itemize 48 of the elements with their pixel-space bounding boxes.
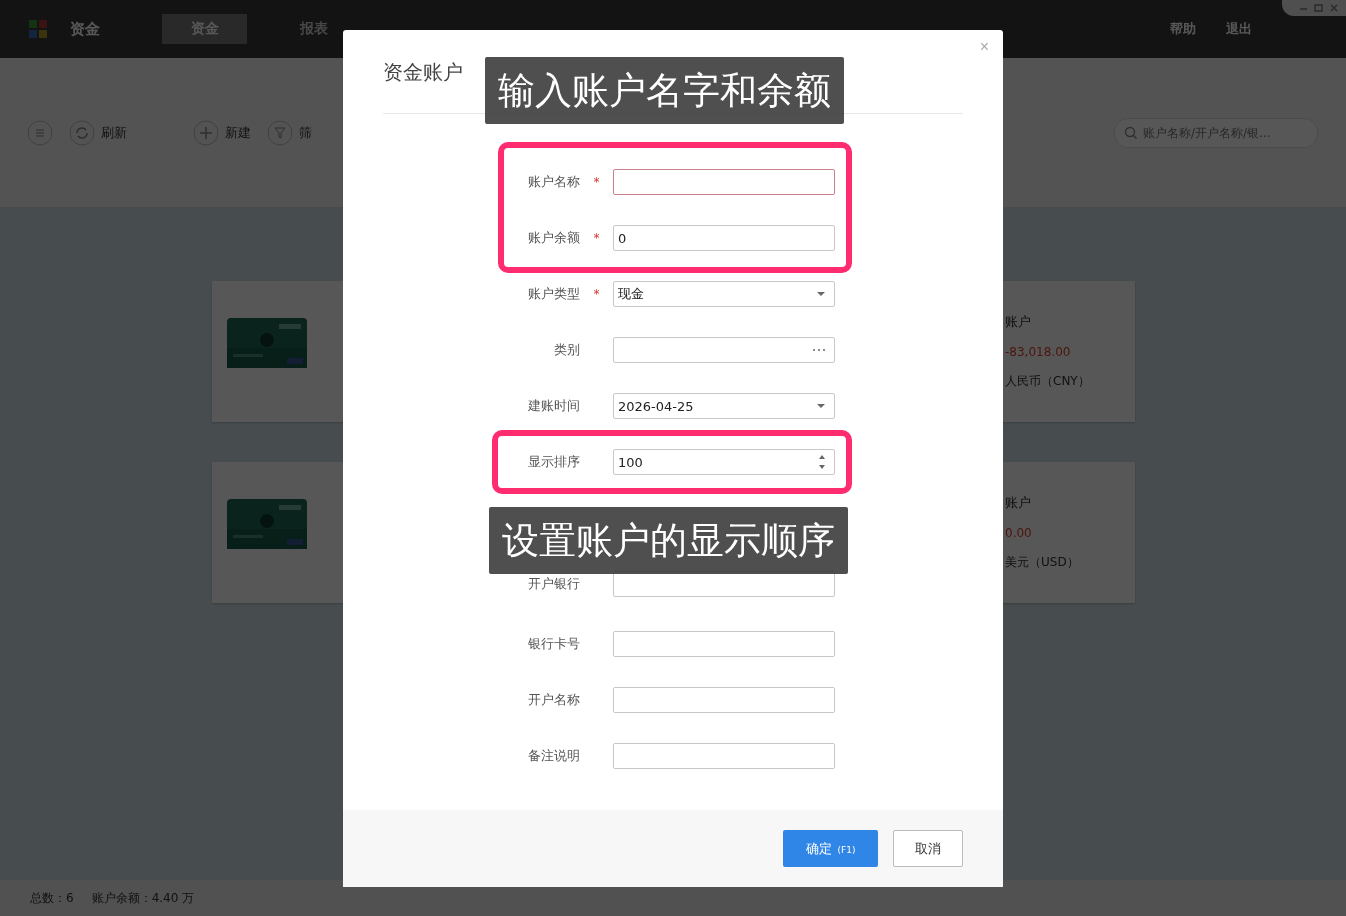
- field-label: 账户类型: [527, 285, 580, 303]
- input-field[interactable]: 2026-04-25: [613, 393, 835, 419]
- refresh-button[interactable]: 刷新: [69, 119, 127, 146]
- new-button[interactable]: 新建: [193, 119, 251, 146]
- field-label: 银行卡号: [527, 635, 580, 653]
- required-mark: *: [593, 287, 600, 301]
- dialog-title: 资金账户: [383, 59, 463, 86]
- search-icon: [1124, 125, 1138, 140]
- dropdown-icon[interactable]: [816, 291, 826, 297]
- cancel-button[interactable]: 取消: [893, 830, 963, 867]
- field-label: 账户名称: [527, 173, 580, 191]
- input-field[interactable]: 0: [613, 225, 835, 251]
- status-count: 总数：6: [30, 889, 74, 907]
- header-link[interactable]: 帮助: [1170, 20, 1196, 38]
- field-label: 类别: [553, 341, 580, 359]
- header-link[interactable]: 退出: [1226, 20, 1252, 38]
- input-field[interactable]: [613, 337, 835, 363]
- card-amount: 0.00: [1005, 526, 1033, 540]
- dropdown-icon[interactable]: [816, 403, 826, 409]
- required-mark: *: [593, 231, 600, 245]
- field-label: 显示排序: [527, 453, 580, 471]
- field-label: 账户余额: [527, 229, 580, 247]
- field-label: 建账时间: [527, 397, 580, 415]
- logo-icon: [28, 19, 48, 39]
- confirm-button[interactable]: 确定 (F1): [783, 830, 878, 867]
- close-button[interactable]: ×: [975, 36, 993, 58]
- card-currency: 美元（USD）: [1005, 554, 1079, 571]
- more-icon[interactable]: [812, 348, 826, 352]
- window-controls-icon[interactable]: [1282, 0, 1346, 16]
- input-field[interactable]: 100: [613, 449, 835, 475]
- input-field[interactable]: [613, 687, 835, 713]
- field-label: 开户银行: [527, 575, 580, 593]
- input-field[interactable]: [613, 169, 835, 195]
- card-title: 账户: [1005, 313, 1032, 331]
- app-title: 资金: [70, 19, 100, 39]
- input-field[interactable]: 现金: [613, 281, 835, 307]
- spinner-icon[interactable]: [818, 453, 826, 471]
- input-field[interactable]: [613, 743, 835, 769]
- caption-tooltip: 输入账户名字和余额: [485, 57, 844, 124]
- caption-tooltip: 设置账户的显示顺序: [489, 507, 848, 574]
- field-label: 开户名称: [527, 691, 580, 709]
- card-currency: 人民币（CNY）: [1005, 373, 1090, 390]
- field-label: 备注说明: [527, 747, 580, 765]
- card-title: 账户: [1005, 494, 1032, 512]
- card-amount: -83,018.00: [1005, 345, 1072, 359]
- required-mark: *: [593, 175, 600, 189]
- status-balance: 账户余额：4.40 万: [91, 889, 195, 907]
- input-field[interactable]: [613, 631, 835, 657]
